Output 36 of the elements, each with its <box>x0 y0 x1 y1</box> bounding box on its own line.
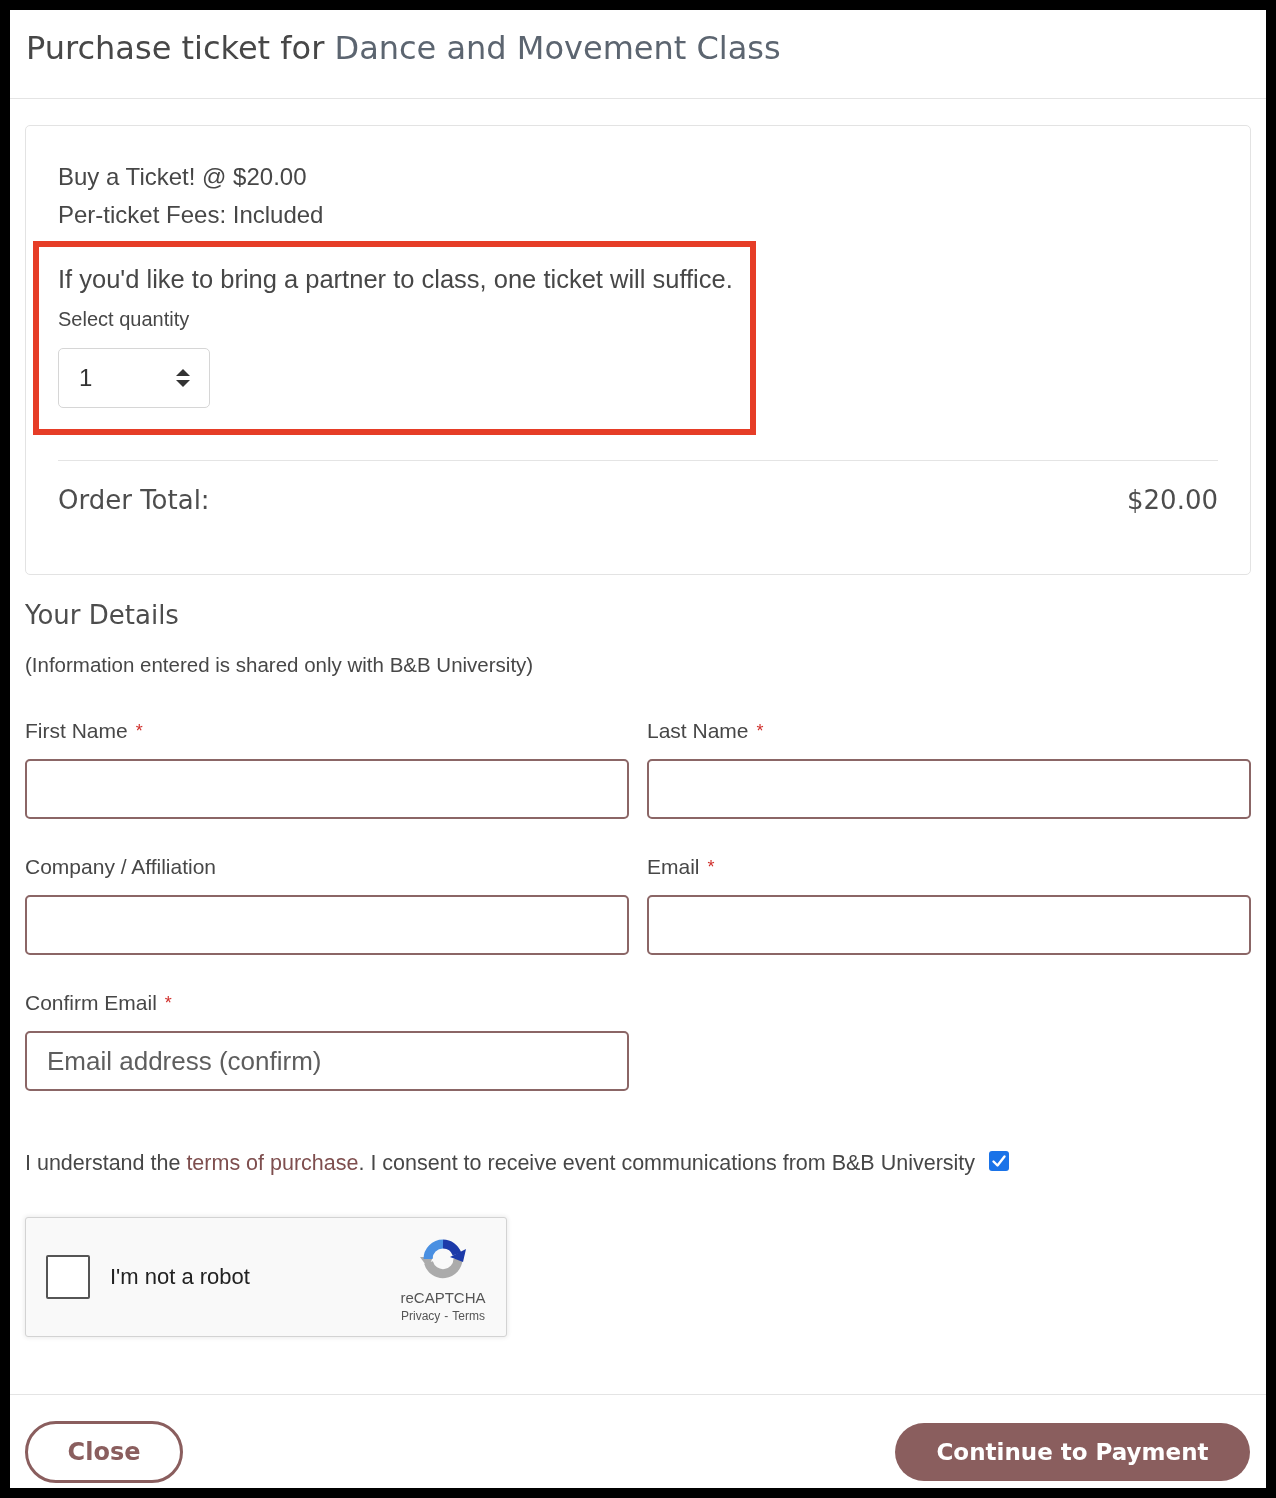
consent-checkbox[interactable] <box>989 1151 1010 1171</box>
text-input-field[interactable] <box>25 895 629 955</box>
text-input-field[interactable] <box>647 895 1251 955</box>
quantity-note-text: If you'd like to bring a partner to class, one ticket will suffice. <box>58 264 733 295</box>
quantity-select[interactable]: 1 <box>58 348 210 408</box>
field-label: Email <box>647 854 700 880</box>
section-heading: Your Details <box>25 599 180 632</box>
field-label: Company / Affiliation <box>25 854 217 880</box>
order-total-value: $20.00 <box>1127 484 1218 517</box>
ticket-fees-text: Per-ticket Fees: Included <box>58 200 325 230</box>
close-button[interactable]: Close <box>25 1421 183 1483</box>
captcha-link[interactable]: Terms <box>452 1307 485 1325</box>
quantity-label: Select quantity <box>58 307 190 332</box>
field-label: Confirm Email <box>25 990 157 1016</box>
link-separator: - <box>444 1308 449 1325</box>
order-total-label: Order Total: <box>58 484 210 517</box>
captcha-link[interactable]: Privacy <box>401 1307 441 1325</box>
required-mark: * <box>707 856 715 879</box>
continue-button[interactable]: Continue to Payment <box>895 1423 1250 1481</box>
text-input-field[interactable] <box>647 759 1251 819</box>
required-mark: * <box>135 720 143 743</box>
ticket-price-text: Buy a Ticket! @ $20.00 <box>58 162 308 192</box>
dialog-title: Purchase ticket for Dance and Movement Class <box>26 29 782 67</box>
captcha-label: I'm not a robot <box>110 1264 250 1290</box>
required-mark: * <box>164 992 172 1015</box>
text-input-field[interactable]: Email address (confirm) <box>25 1031 629 1091</box>
updown-caret-icon <box>176 369 190 387</box>
robot-checkbox[interactable] <box>46 1255 90 1299</box>
text-input-field[interactable] <box>25 759 629 819</box>
field-label: Last Name <box>647 718 749 744</box>
captcha-brand-text: reCAPTCHA <box>400 1289 486 1307</box>
required-mark: * <box>756 720 764 743</box>
consent-text: I understand the terms of purchase. I consent to receive event communications from B&B University <box>25 1150 976 1177</box>
terms-link[interactable]: terms of purchase <box>186 1151 359 1175</box>
privacy-note-text: (Information entered is shared only with B&B University) <box>25 652 535 678</box>
field-label: First Name <box>25 718 128 744</box>
